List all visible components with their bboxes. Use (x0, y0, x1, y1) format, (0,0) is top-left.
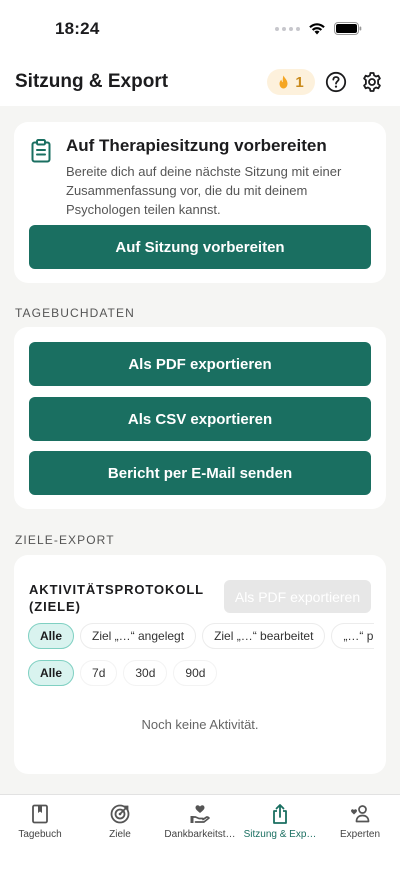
activity-log-title: AKTIVITÄTSPROTOKOLL (ZIELE) (29, 582, 204, 614)
range-chip-90d[interactable]: 90d (173, 660, 218, 686)
streak-count: 1 (295, 73, 304, 91)
export-csv-button[interactable]: Als CSV exportieren (29, 397, 371, 441)
empty-activity-text: Noch keine Aktivität. (141, 717, 259, 732)
goals-export-card: AKTIVITÄTSPROTOKOLL (ZIELE) Als PDF expo… (14, 555, 386, 774)
heart-hand-icon (190, 805, 210, 823)
session-prep-title: Auf Therapiesitzung vorbereiten (66, 136, 327, 155)
session-prep-description: Bereite dich auf deine nächste Sitzung m… (66, 164, 342, 217)
tab-label: Sitzung & Exp… (243, 829, 317, 840)
range-chip-all[interactable]: Alle (28, 660, 75, 686)
cellular-signal-icon (275, 26, 300, 31)
book-icon (32, 804, 48, 824)
email-report-button[interactable]: Bericht per E-Mail senden (29, 451, 371, 495)
status-icons (275, 22, 362, 35)
app-header: Sitzung & Export 1 (0, 60, 400, 106)
tab-label: Dankbarkeitst… (164, 829, 236, 840)
tab-tagebuch[interactable]: Tagebuch (0, 803, 80, 840)
flame-icon (279, 75, 288, 89)
tab-label: Experten (339, 829, 381, 840)
bottom-tab-bar: Tagebuch Ziele Dankbarkeitst… Sitzung & … (0, 794, 400, 869)
target-icon (110, 804, 130, 824)
tab-ziele[interactable]: Ziele (80, 803, 160, 840)
session-prep-card: Auf Therapiesitzung vorbereiten Bereite … (14, 122, 386, 283)
tab-label: Tagebuch (18, 829, 62, 840)
tab-sitzung-export[interactable]: Sitzung & Exp… (240, 803, 320, 840)
status-time: 18:24 (55, 19, 100, 38)
filter-chip-all[interactable]: Alle (28, 623, 75, 649)
range-chip-30d[interactable]: 30d (123, 660, 168, 686)
filter-chip-goal-paused[interactable]: „…“ pausiert (331, 623, 374, 649)
prepare-session-button[interactable]: Auf Sitzung vorbereiten (29, 225, 371, 269)
filter-chip-goal-created[interactable]: Ziel „…“ angelegt (80, 623, 197, 649)
range-chip-7d[interactable]: 7d (80, 660, 118, 686)
wifi-icon (309, 23, 325, 35)
settings-gear-icon[interactable] (361, 71, 383, 93)
help-icon[interactable] (325, 71, 347, 93)
type-filter-row: Alle Ziel „…“ angelegt Ziel „…“ bearbeitet… (28, 623, 374, 649)
goals-section-label: ZIELE-EXPORT (15, 533, 115, 547)
status-bar: 18:24 (0, 0, 400, 60)
tab-dankbarkeit[interactable]: Dankbarkeitst… (160, 803, 240, 840)
clipboard-icon (31, 139, 51, 163)
diary-section-label: TAGEBUCHDATEN (15, 306, 135, 320)
page-title: Sitzung & Export (15, 71, 169, 92)
streak-badge[interactable]: 1 (267, 69, 315, 95)
goals-export-pdf-button[interactable]: Als PDF exportieren (224, 580, 371, 613)
range-filter-row: Alle 7d 30d 90d (28, 660, 374, 686)
export-pdf-button[interactable]: Als PDF exportieren (29, 342, 371, 386)
filter-chip-goal-edited[interactable]: Ziel „…“ bearbeitet (202, 623, 326, 649)
experts-icon (351, 805, 370, 823)
tab-label: Ziele (109, 829, 131, 840)
tab-experten[interactable]: Experten (320, 803, 400, 840)
diary-export-card: Als PDF exportieren Als CSV exportieren … (14, 327, 386, 509)
share-icon (273, 804, 287, 824)
battery-icon (334, 22, 362, 35)
